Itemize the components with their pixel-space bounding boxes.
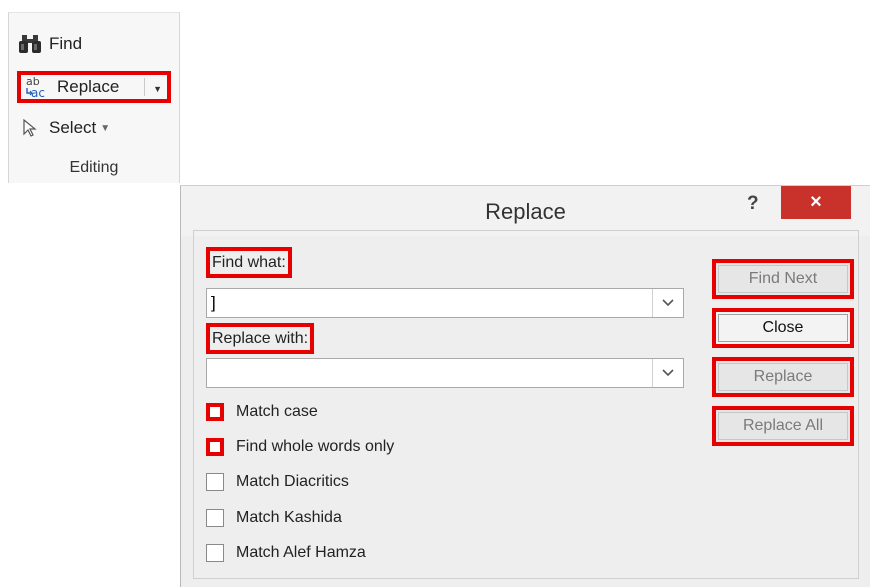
option-label: Match Diacritics (236, 473, 349, 490)
replace-label: Replace (57, 77, 120, 96)
match-case-checkbox[interactable]: Match case (206, 401, 318, 423)
option-label: Match Kashida (236, 509, 342, 526)
chevron-down-icon[interactable] (652, 289, 683, 317)
select-label: Select (49, 118, 97, 137)
find-label: Find (49, 34, 83, 53)
binoculars-icon (17, 33, 43, 55)
find-whole-words-checkbox[interactable]: Find whole words only (206, 436, 394, 458)
find-what-label: Find what: (206, 247, 292, 278)
match-kashida-checkbox[interactable]: Match Kashida (206, 507, 342, 529)
find-next-button[interactable]: Find Next (712, 259, 854, 299)
split-divider (144, 78, 145, 96)
editing-ribbon-group: Find ab ac Replace ▼ Select ▼ Editing (8, 12, 180, 183)
match-alef-hamza-checkbox[interactable]: Match Alef Hamza (206, 542, 366, 564)
svg-text:ac: ac (31, 86, 45, 99)
checkbox-box[interactable] (206, 473, 224, 491)
replace-all-button[interactable]: Replace All (712, 406, 854, 446)
replace-dialog: Replace ? × Find what: ] Replace with: M… (180, 185, 870, 587)
option-label: Find whole words only (236, 438, 395, 455)
replace-ab-ac-icon: ab ac (25, 75, 51, 99)
close-icon[interactable]: × (781, 186, 851, 219)
select-button[interactable]: Select ▼ (17, 113, 110, 143)
chevron-down-icon[interactable]: ▼ (153, 84, 162, 94)
option-label: Match Alef Hamza (236, 544, 366, 561)
replace-button-dialog[interactable]: Replace (712, 357, 854, 397)
replace-with-input[interactable] (206, 358, 684, 388)
cursor-arrow-icon (17, 117, 43, 139)
checkbox-box[interactable] (206, 544, 224, 562)
help-button[interactable]: ? (747, 193, 759, 215)
checkbox-box[interactable] (206, 509, 224, 527)
find-what-value: ] (211, 293, 216, 312)
chevron-down-icon: ▼ (100, 122, 111, 134)
checkbox-box[interactable] (206, 438, 224, 456)
close-button[interactable]: Close (712, 308, 854, 348)
find-button[interactable]: Find (17, 29, 82, 59)
match-diacritics-checkbox[interactable]: Match Diacritics (206, 471, 349, 493)
replace-with-label: Replace with: (206, 323, 315, 354)
dialog-body: Find what: ] Replace with: Match case Fi… (193, 230, 859, 579)
checkbox-box[interactable] (206, 403, 224, 421)
find-what-input[interactable]: ] (206, 288, 684, 318)
dialog-titlebar: Replace ? × (181, 186, 870, 236)
dialog-title: Replace (485, 199, 566, 224)
group-label: Editing (69, 159, 119, 176)
chevron-down-icon[interactable] (652, 359, 683, 387)
replace-button[interactable]: ab ac Replace ▼ (17, 71, 171, 103)
option-label: Match case (236, 403, 318, 420)
